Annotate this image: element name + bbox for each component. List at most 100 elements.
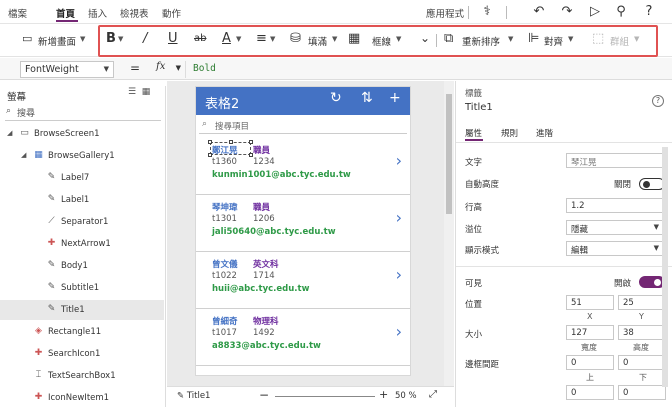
status-bar: ✎ Title1 − + 50 % ⤢	[167, 386, 454, 407]
tree-node-label: IconNewItem1	[48, 393, 110, 403]
position-x-field[interactable]: 51	[566, 295, 614, 310]
screen-icon: ▭	[20, 128, 29, 138]
app-header: 表格2 ↻ ⇅ +	[196, 87, 410, 115]
menu-insert[interactable]: 插入	[88, 6, 107, 20]
separator-icon: ⟋	[48, 216, 55, 226]
chevron-down-icon[interactable]: ▼	[80, 35, 85, 43]
padding-bottom-field[interactable]: 0	[618, 355, 666, 370]
new-screen-button[interactable]: 新增畫面	[38, 34, 76, 48]
padding-right-field[interactable]: 0	[618, 385, 666, 400]
lineheight-field[interactable]: 1.2	[566, 198, 664, 213]
undo-icon[interactable]: ↶	[530, 3, 548, 21]
overflow-select[interactable]: 隱藏 ▼	[566, 220, 664, 235]
zoom-in-button[interactable]: +	[379, 388, 388, 401]
next-arrow-icon[interactable]: ›	[396, 265, 402, 284]
chevron-down-icon: ▼	[175, 64, 181, 72]
zoom-out-button[interactable]: −	[259, 388, 269, 402]
user-icon[interactable]: ⚲	[612, 3, 630, 21]
app-settings-menu[interactable]: 應用程式	[426, 6, 464, 20]
gallery-item[interactable]: 曾文儀 英文科 t1022 1714 huii@abc.tyc.edu.tw ›	[196, 253, 410, 309]
property-select[interactable]: FontWeight ▼	[20, 61, 114, 78]
lineheight-label: 行高	[465, 203, 483, 213]
tree-node[interactable]: ⌶ TextSearchBox1	[0, 366, 164, 386]
next-arrow-icon[interactable]: ›	[396, 322, 402, 341]
redo-icon[interactable]: ↷	[558, 3, 576, 21]
tree-node[interactable]: ✎ Label1	[0, 190, 164, 210]
tree-node[interactable]: ✎ Subtitle1	[0, 278, 164, 298]
tree-node[interactable]: ✚ IconNewItem1	[0, 388, 164, 407]
fx-label: fx	[156, 61, 166, 72]
formula-bar: FontWeight ▼ = fx ▼ Bold	[0, 58, 672, 80]
tree-node[interactable]: ✚ NextArrow1	[0, 234, 164, 254]
next-arrow-icon[interactable]: ›	[396, 151, 402, 170]
selected-control-indicator[interactable]: ✎ Title1	[177, 391, 210, 401]
menu-view[interactable]: 檢視表	[120, 6, 149, 20]
gallery-item[interactable]: 鄭江晃 職員 t1360 1234 kunmin1001@abc.tyc.edu…	[196, 139, 410, 195]
sort-icon[interactable]: ⇅	[361, 90, 373, 106]
search-icon: ⌕	[6, 106, 12, 116]
fit-to-window-icon[interactable]: ⤢	[429, 389, 437, 400]
displaymode-select[interactable]: 編輯 ▼	[566, 241, 664, 256]
app-search-placeholder: 搜尋項目	[215, 122, 250, 132]
item-name: 曾細奇	[212, 317, 238, 327]
next-arrow-icon[interactable]: ›	[396, 208, 402, 227]
tree-node-selected[interactable]: ✎ Title1	[0, 300, 164, 320]
properties-scrollbar[interactable]	[662, 147, 668, 387]
gallery-item[interactable]: 琴坤瑋 職員 t1301 1206 jali50640@abc.tyc.edu.…	[196, 196, 410, 252]
height-field[interactable]: 38	[618, 325, 666, 340]
help-icon[interactable]: ?	[640, 3, 658, 21]
item-title: 職員	[253, 146, 271, 156]
control-type: 標籤	[465, 89, 483, 99]
tree-search-input[interactable]: ⌕ 搜尋	[5, 106, 161, 121]
zoom-slider[interactable]	[275, 396, 375, 397]
label-icon: ✎	[47, 304, 56, 314]
tree-view-toggle-icons[interactable]: ☰ ▦	[128, 87, 150, 97]
gallery-item[interactable]: 曾細奇 物理科 t1017 1492 a8833@abc.tyc.edu.tw …	[196, 310, 410, 366]
app-search-input[interactable]: ⌕ 搜尋項目	[199, 118, 407, 134]
tree-node[interactable]: ◢ ▭ BrowseScreen1	[0, 124, 164, 144]
bottom-caption: 下	[639, 373, 647, 382]
tree-node[interactable]: ✎ Body1	[0, 256, 164, 276]
top-caption: 上	[586, 373, 594, 382]
menu-action[interactable]: 動作	[162, 6, 181, 20]
toggle-knob	[643, 181, 650, 188]
item-email: jali50640@abc.tyc.edu.tw	[212, 227, 336, 237]
tree-node[interactable]: ⟋ Separator1	[0, 212, 164, 232]
width-field[interactable]: 127	[566, 325, 614, 340]
padding-left-field[interactable]: 0	[566, 385, 614, 400]
item-title: 職員	[253, 203, 271, 213]
app-title[interactable]: 表格2	[205, 93, 239, 112]
tree-node[interactable]: ◈ Rectangle11	[0, 322, 164, 342]
stethoscope-icon[interactable]: ⚕	[478, 3, 496, 21]
divider	[468, 6, 469, 19]
label-icon: ✎	[47, 260, 56, 270]
help-icon[interactable]: ?	[652, 95, 664, 107]
add-icon[interactable]: +	[389, 90, 401, 106]
height-caption: 高度	[633, 343, 649, 352]
tree-node[interactable]: ◢ ▦ BrowseGallery1	[0, 146, 164, 166]
tab-advanced[interactable]: 進階	[536, 127, 553, 139]
properties-panel: 標籤 Title1 ? 屬性 規則 進階 文字 琴江晃 自動高度 關閉 行高 1…	[455, 81, 672, 407]
collapse-arrow-icon[interactable]: ◢	[7, 129, 12, 137]
collapse-arrow-icon[interactable]: ◢	[21, 151, 26, 159]
padding-top-field[interactable]: 0	[566, 355, 614, 370]
tab-rules[interactable]: 規則	[501, 127, 518, 139]
canvas-scrollbar-thumb[interactable]	[446, 94, 452, 214]
function-button[interactable]: fx ▼	[150, 61, 186, 78]
text-field[interactable]: 琴江晃	[566, 153, 664, 168]
item-name: 鄭江晃	[212, 146, 238, 156]
item-id: t1360	[212, 157, 237, 167]
menu-home[interactable]: 首頁	[56, 6, 75, 20]
visible-state: 開啟	[614, 279, 632, 289]
tab-properties[interactable]: 屬性	[465, 127, 482, 139]
tree-node[interactable]: ✎ Label7	[0, 168, 164, 188]
autoheight-label: 自動高度	[465, 180, 500, 190]
tree-node[interactable]: ✚ SearchIcon1	[0, 344, 164, 364]
position-y-field[interactable]: 25	[618, 295, 666, 310]
control-name[interactable]: Title1	[465, 102, 493, 113]
chevron-down-icon: ▼	[653, 244, 659, 252]
formula-input[interactable]: Bold	[193, 63, 216, 74]
menu-file[interactable]: 檔案	[8, 6, 27, 20]
play-icon[interactable]: ▷	[586, 3, 604, 21]
refresh-icon[interactable]: ↻	[330, 90, 342, 106]
